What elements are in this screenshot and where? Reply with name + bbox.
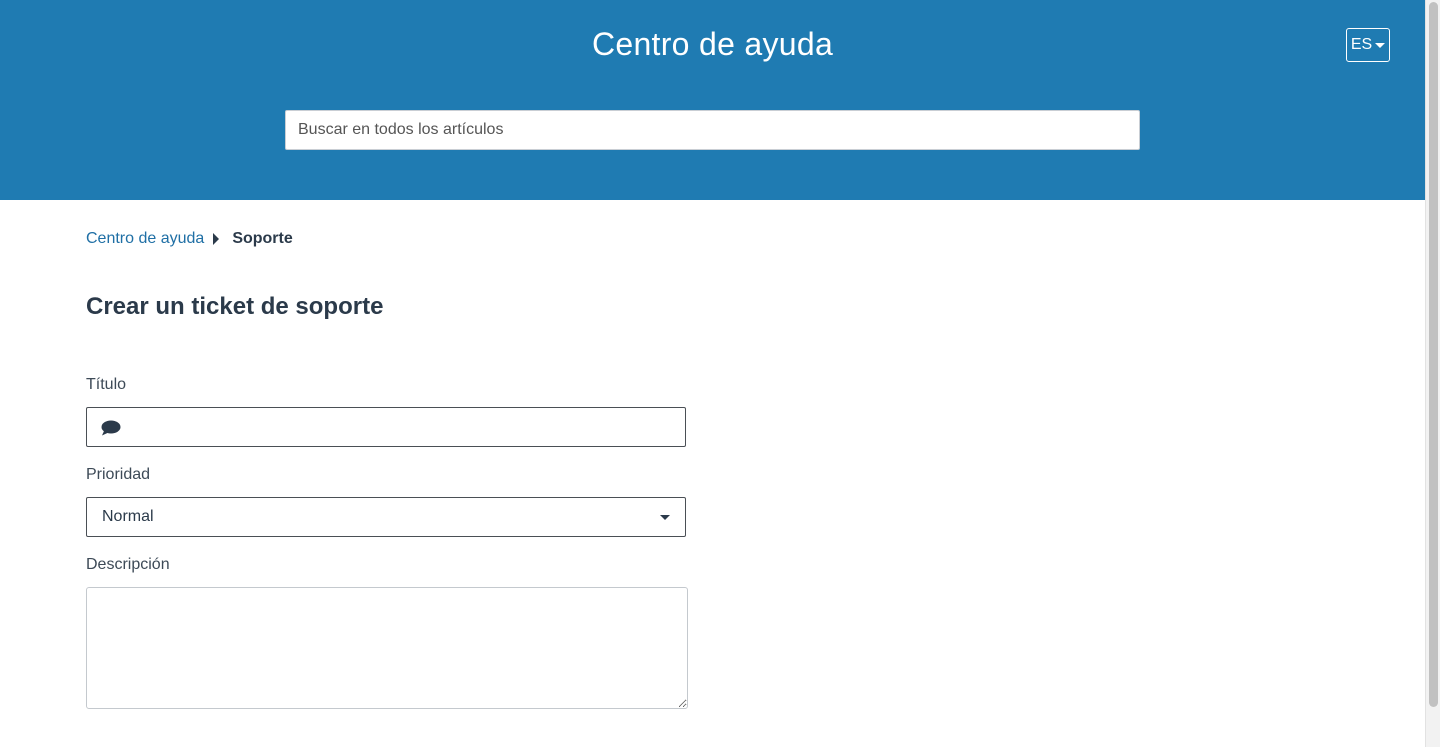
search-input[interactable]	[285, 110, 1140, 150]
breadcrumb: Centro de ayuda Soporte	[86, 230, 293, 248]
speech-bubble-icon	[101, 420, 121, 436]
caret-right-icon	[213, 233, 220, 245]
chevron-down-icon	[660, 515, 670, 520]
breadcrumb-current: Soporte	[232, 230, 293, 247]
description-label: Descripción	[86, 556, 170, 573]
priority-select[interactable]: Normal	[86, 497, 686, 537]
form-title: Crear un ticket de soporte	[86, 293, 384, 320]
page-title: Centro de ayuda	[591, 26, 834, 62]
priority-value: Normal	[102, 508, 154, 525]
scrollbar-thumb[interactable]	[1429, 2, 1438, 707]
description-textarea[interactable]	[86, 587, 688, 709]
page: Centro de ayuda ES Centro de ayuda Sopor…	[0, 0, 1425, 747]
language-selector[interactable]: ES	[1346, 28, 1390, 62]
title-field[interactable]	[86, 407, 686, 447]
language-label: ES	[1350, 36, 1373, 53]
priority-label: Prioridad	[86, 466, 151, 483]
scrollbar[interactable]	[1425, 0, 1440, 747]
title-input[interactable]	[131, 408, 681, 446]
title-label: Título	[86, 376, 127, 393]
hero-header: Centro de ayuda ES	[0, 0, 1425, 200]
breadcrumb-home-link[interactable]: Centro de ayuda	[86, 230, 204, 248]
chevron-down-icon	[1375, 43, 1386, 48]
